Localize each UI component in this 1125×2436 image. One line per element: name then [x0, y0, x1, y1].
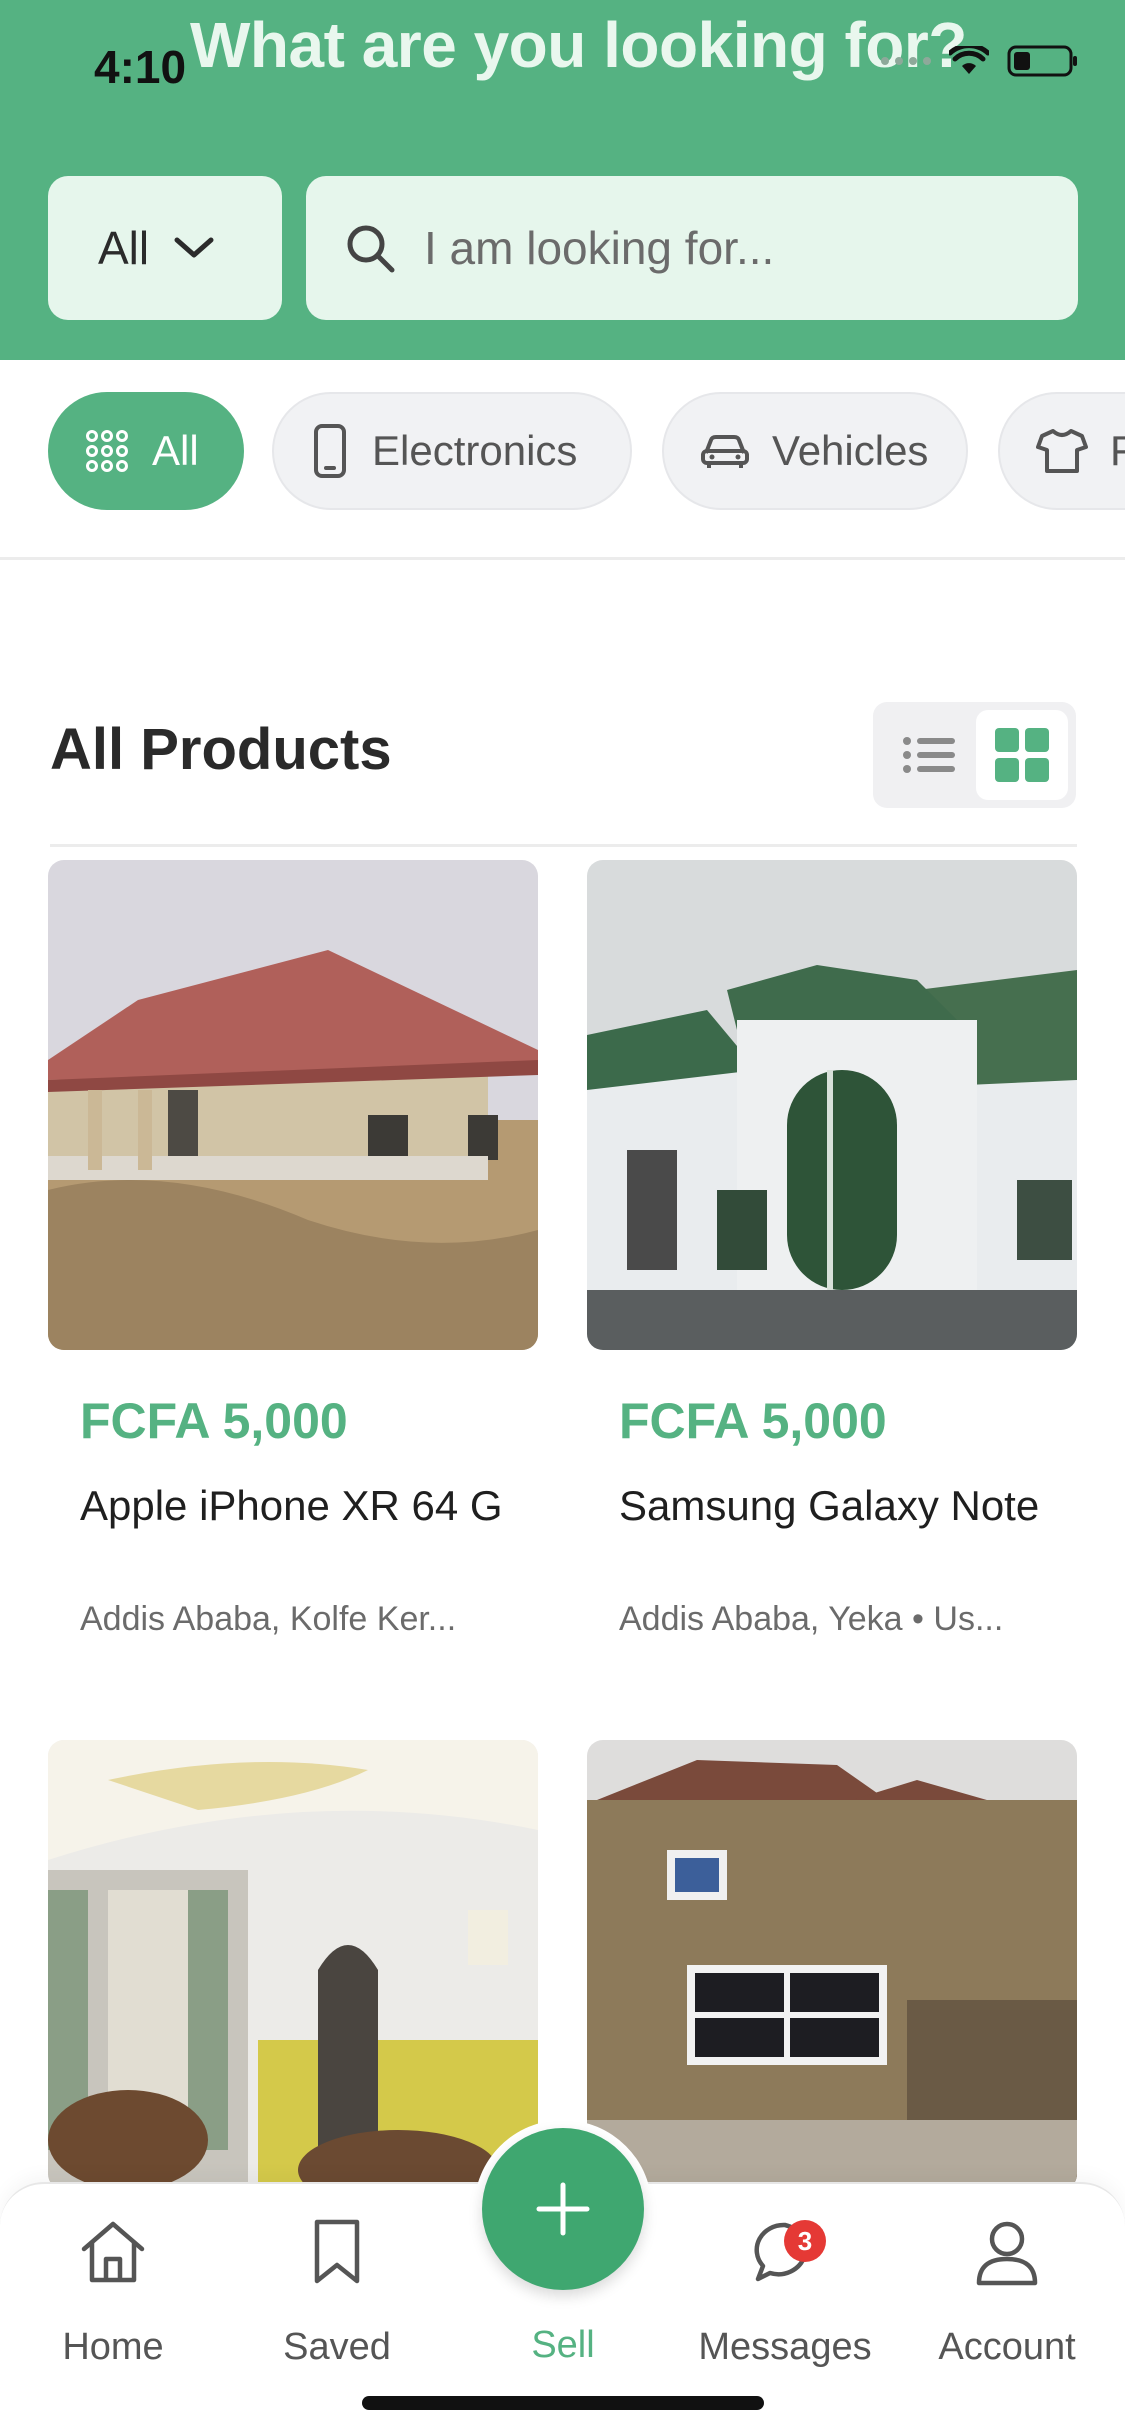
bookmark-icon	[309, 2212, 365, 2292]
chip-label: F	[1110, 427, 1125, 475]
chip-all[interactable]: All	[48, 392, 244, 510]
filter-selected-value: All	[98, 222, 150, 274]
nav-label: Saved	[283, 2326, 391, 2368]
search-placeholder: I am looking for...	[424, 222, 775, 274]
header: 4:10 What are you looking for? All I am …	[0, 0, 1125, 360]
nav-label: Messages	[698, 2326, 872, 2368]
signal-icon	[881, 57, 931, 65]
product-card[interactable]	[48, 1740, 538, 2190]
product-title: Samsung Galaxy Note	[619, 1482, 1040, 1529]
product-image-house-brown-two-story	[587, 1740, 1077, 2190]
product-card[interactable]: FCFA 5,000 Apple iPhone XR 64 G Addis Ab…	[48, 860, 538, 1638]
status-icons	[881, 44, 1079, 78]
search-input[interactable]: I am looking for...	[306, 176, 1078, 320]
chip-label: Electronics	[372, 427, 578, 474]
chip-electronics[interactable]: Electronics	[272, 392, 632, 510]
product-card[interactable]	[587, 1740, 1077, 2190]
nav-messages[interactable]: 3 Messages	[690, 2212, 880, 2402]
chip-fashion[interactable]: F	[998, 392, 1125, 510]
product-title: Apple iPhone XR 64 G	[80, 1482, 503, 1529]
product-image-living-room-interior	[48, 1740, 538, 2190]
home-icon	[78, 2212, 148, 2292]
phone-icon	[314, 424, 346, 478]
section-title: All Products	[50, 717, 392, 782]
nav-label: Account	[938, 2326, 1076, 2368]
plus-icon	[536, 2182, 590, 2236]
section-divider	[50, 844, 1077, 847]
chip-label: Vehicles	[772, 427, 929, 474]
product-image-house-red-roof	[48, 860, 538, 1350]
list-view-button[interactable]	[887, 713, 971, 797]
nav-label: Home	[62, 2326, 164, 2368]
product-location: Addis Ababa, Kolfe Ker...	[80, 1600, 457, 1638]
app-screen: 4:10 What are you looking for? All I am …	[0, 0, 1125, 2436]
view-toggle	[873, 702, 1076, 808]
product-image-house-green-roof	[587, 860, 1077, 1350]
chip-label: All	[152, 427, 199, 474]
nav-account[interactable]: Account	[912, 2212, 1102, 2402]
wifi-icon	[949, 46, 989, 74]
battery-icon	[1007, 45, 1077, 77]
sell-label: Sell	[531, 2324, 595, 2366]
status-time: 4:10	[94, 41, 187, 93]
list-icon	[903, 737, 955, 773]
product-card[interactable]: FCFA 5,000 Samsung Galaxy Note Addis Aba…	[587, 860, 1077, 1638]
grid-dots-icon	[86, 430, 128, 472]
sell-button[interactable]	[474, 2120, 652, 2298]
grid-icon	[995, 728, 1049, 782]
sell-button-circle	[482, 2128, 644, 2290]
chip-vehicles[interactable]: Vehicles	[662, 392, 968, 510]
page-title: What are you looking for?	[190, 9, 967, 81]
product-price: FCFA 5,000	[619, 1393, 887, 1449]
chat-icon: 3	[750, 2212, 826, 2292]
user-icon	[975, 2212, 1039, 2292]
messages-badge: 3	[784, 2220, 826, 2262]
grid-view-button[interactable]	[976, 710, 1068, 800]
nav-saved[interactable]: Saved	[242, 2212, 432, 2402]
car-icon	[701, 435, 749, 468]
category-filter-dropdown[interactable]: All	[48, 176, 282, 320]
chevron-down-icon	[174, 237, 214, 258]
nav-home[interactable]: Home	[18, 2212, 208, 2402]
home-indicator	[362, 2396, 764, 2410]
shirt-icon	[1036, 429, 1088, 473]
category-chips: All Electronics Vehicles F	[0, 360, 1125, 560]
search-icon	[347, 225, 395, 273]
product-price: FCFA 5,000	[80, 1393, 348, 1449]
product-location: Addis Ababa, Yeka • Us...	[619, 1600, 1004, 1638]
